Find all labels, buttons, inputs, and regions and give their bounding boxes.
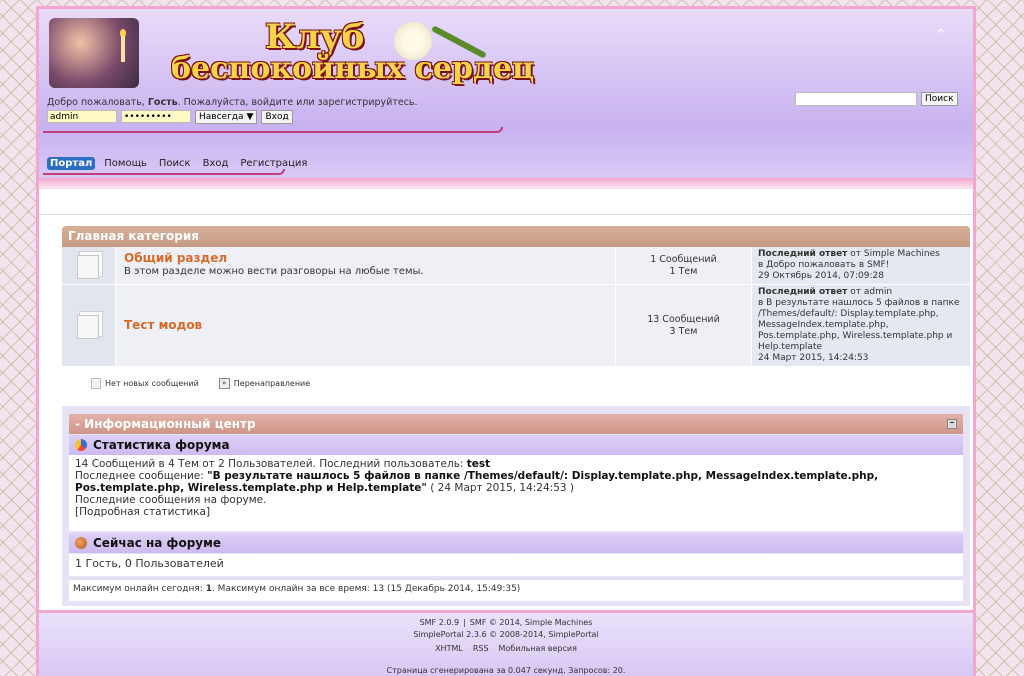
header: Клуб беспокойных сердец ⌃ Добро пожалова…	[39, 6, 973, 178]
welcome-prefix: Добро пожаловать,	[47, 97, 145, 108]
login-button[interactable]: Вход	[261, 110, 293, 124]
board-stats: 13 Сообщений 3 Тем	[616, 285, 752, 366]
stats-title[interactable]: Статистика форума	[93, 438, 230, 452]
online-header: Сейчас на форуме	[69, 533, 963, 553]
legend-redirect-label: Перенаправление	[233, 379, 311, 388]
last-post-date: 29 Октябрь 2014, 07:09:28	[758, 271, 884, 281]
board-topics: 1 Тем	[669, 265, 698, 277]
stats-header: Статистика форума	[69, 435, 963, 455]
username-input[interactable]	[47, 110, 117, 123]
smf-copyright-link[interactable]: SMF © 2014, Simple Machines	[470, 617, 593, 629]
page-wrapper: Клуб беспокойных сердец ⌃ Добро пожалова…	[36, 6, 976, 676]
collapse-icon[interactable]: –	[947, 419, 957, 429]
login-duration-value: Навсегда	[199, 112, 244, 122]
search-input[interactable]	[795, 92, 917, 106]
legend-no-new-label: Нет новых сообщений	[105, 379, 199, 388]
info-center-title: - Информационный центр	[75, 417, 256, 431]
chevron-down-icon: ▼	[246, 112, 254, 122]
last-post-topic[interactable]: в Добро пожаловать в SMF!	[758, 260, 964, 271]
board-posts: 13 Сообщений	[647, 313, 720, 325]
candle-icon	[121, 36, 125, 62]
board-stats: 1 Сообщений 1 Тем	[616, 247, 752, 284]
xhtml-link[interactable]: XHTML	[435, 643, 463, 655]
online-users: 1 Гость, 0 Пользователей	[69, 554, 963, 576]
board-row: Тест модов 13 Сообщений 3 Тем Последний …	[62, 285, 970, 366]
page-generated: Страница сгенерирована за 0.047 секунд. …	[386, 666, 626, 675]
board-title[interactable]: Общий раздел	[124, 251, 607, 265]
last-post-topic[interactable]: в В результате нашлось 5 файлов в папке …	[758, 298, 964, 353]
last-post-author[interactable]: от admin	[850, 287, 892, 297]
board-legend: Нет новых сообщений » Перенаправление	[91, 378, 310, 389]
info-center: - Информационный центр – Статистика фору…	[62, 406, 970, 606]
collapse-header-icon[interactable]: ⌃	[935, 27, 947, 43]
stats-chart-icon	[75, 439, 87, 451]
rss-link[interactable]: RSS	[473, 643, 489, 655]
max-online-suffix: . Максимум онлайн за все время: 13 (15 Д…	[211, 584, 521, 594]
footer-separator: |	[463, 618, 466, 627]
board-info: Общий раздел В этом разделе можно вести …	[116, 247, 616, 284]
board-last-post: Последний ответ от Simple Machines в Доб…	[752, 247, 970, 284]
footer: SMF 2.0.9 | SMF © 2014, Simple Machines …	[39, 610, 973, 676]
welcome-message: Добро пожаловать, Гость. Пожалуйста, вой…	[47, 97, 418, 108]
info-center-header: - Информационный центр –	[69, 414, 963, 434]
main-content: Главная категория Общий раздел В этом ра…	[39, 188, 973, 606]
board-info: Тест модов	[116, 285, 616, 366]
last-post-author[interactable]: от Simple Machines	[850, 249, 940, 259]
logo-image	[49, 18, 139, 88]
online-title[interactable]: Сейчас на форуме	[93, 536, 221, 550]
smf-version-link[interactable]: SMF 2.0.9	[420, 617, 459, 629]
latest-member-link[interactable]: test	[467, 458, 490, 470]
menu-divider	[43, 169, 285, 175]
legend-no-new: Нет новых сообщений	[91, 378, 199, 389]
board-description: В этом разделе можно вести разговоры на …	[124, 266, 424, 277]
max-online: Максимум онлайн сегодня: 1. Максимум онл…	[69, 579, 963, 601]
board-topics: 3 Тем	[669, 325, 698, 337]
category-header[interactable]: Главная категория	[62, 226, 970, 247]
recent-posts-link[interactable]: Последние сообщения на форуме.	[75, 494, 957, 506]
header-border	[39, 178, 973, 188]
no-new-posts-icon	[91, 378, 101, 389]
stats-summary: 14 Сообщений в 4 Тем от 2 Пользователей.…	[75, 458, 464, 470]
content-divider	[39, 214, 973, 215]
latest-post-label: Последнее сообщение:	[75, 470, 204, 482]
board-last-post: Последний ответ от admin в В результате …	[752, 285, 970, 366]
login-form: Навсегда ▼ Вход	[47, 110, 293, 124]
portal-copyright-link[interactable]: SimplePortal 2.3.6 © 2008-2014, SimplePo…	[39, 629, 973, 641]
user-bar-divider	[43, 127, 503, 133]
board-no-new-icon[interactable]	[77, 255, 99, 279]
password-input[interactable]	[121, 110, 191, 123]
users-online-icon	[75, 537, 87, 549]
logo-text-line2[interactable]: беспокойных сердец	[171, 51, 534, 86]
mobile-link[interactable]: Мобильная версия	[499, 643, 577, 655]
footer-copyright: SMF 2.0.9 | SMF © 2014, Simple Machines	[39, 617, 973, 629]
max-online-prefix: Максимум онлайн сегодня:	[73, 584, 203, 594]
board-icon-cell	[62, 285, 116, 366]
search-form: Поиск	[795, 92, 958, 106]
last-post-label: Последний ответ	[758, 249, 848, 259]
legend-redirect: » Перенаправление	[218, 378, 311, 389]
detailed-stats-link[interactable]: [Подробная статистика]	[75, 506, 957, 518]
footer-links: XHTML RSS Мобильная версия	[39, 643, 973, 655]
board-no-new-icon[interactable]	[77, 315, 99, 339]
stats-body: 14 Сообщений в 4 Тем от 2 Пользователей.…	[69, 455, 963, 531]
redirect-icon: »	[218, 378, 230, 389]
search-button[interactable]: Поиск	[921, 92, 958, 106]
login-duration-select[interactable]: Навсегда ▼	[195, 110, 258, 124]
welcome-user: Гость	[147, 97, 178, 108]
welcome-suffix: . Пожалуйста, войдите или зарегистрируйт…	[177, 97, 418, 108]
last-post-date: 24 Март 2015, 14:24:53	[758, 353, 869, 363]
board-icon-cell	[62, 247, 116, 284]
latest-post-date: ( 24 Март 2015, 14:24:53 )	[430, 482, 574, 494]
board-posts: 1 Сообщений	[650, 253, 717, 265]
content-divider	[39, 188, 973, 189]
board-title[interactable]: Тест модов	[124, 318, 607, 332]
board-row: Общий раздел В этом разделе можно вести …	[62, 247, 970, 284]
last-post-label: Последний ответ	[758, 287, 848, 297]
